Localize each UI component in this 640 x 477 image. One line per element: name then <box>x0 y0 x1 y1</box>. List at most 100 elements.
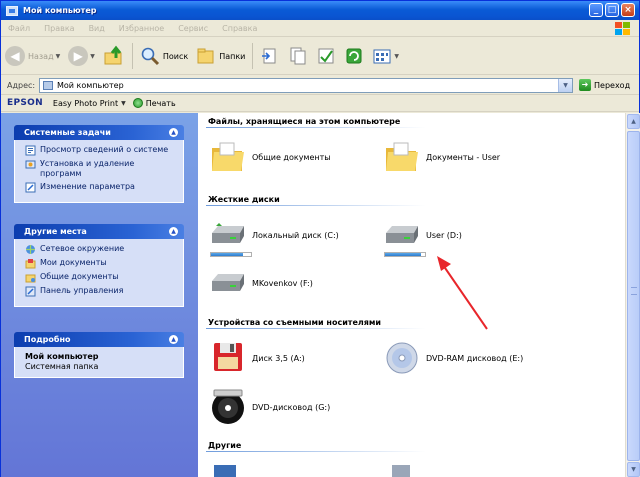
toolbar: ◀ Назад ▼ ▶ ▼ Поиск Папки ▼ <box>1 38 639 75</box>
address-input[interactable]: Мой компьютер ▼ <box>39 78 573 93</box>
dvd-disc-icon <box>386 342 418 374</box>
minimize-button[interactable]: _ <box>589 3 603 17</box>
mkovenkov-disk-f-item[interactable]: MKovenkov (F:) <box>210 271 313 295</box>
floppy-disk-icon <box>214 343 242 371</box>
undo-icon <box>318 48 334 64</box>
menu-file[interactable]: Файл <box>1 24 37 33</box>
hard-drive-icon <box>212 223 244 243</box>
menu-tools[interactable]: Сервис <box>171 24 215 33</box>
details-name: Мой компьютер <box>25 352 99 361</box>
disk-c-usage-bar <box>210 252 252 257</box>
dvd-drive-icon <box>212 389 244 424</box>
go-button[interactable]: ➜ Переход <box>579 79 630 91</box>
place-label: Сетевое окружение <box>40 244 125 253</box>
epson-toolbar: EPSON Easy Photo Print ▼ Печать <box>1 95 639 112</box>
other-item-icon[interactable] <box>212 463 238 477</box>
place-shared-documents[interactable]: Общие документы <box>25 272 177 283</box>
menu-favorites[interactable]: Избранное <box>112 24 171 33</box>
item-label: Диск 3,5 (A:) <box>252 353 305 363</box>
scroll-up-button[interactable]: ▲ <box>627 114 640 129</box>
details-header[interactable]: Подробно ▲ <box>14 332 184 347</box>
forward-button[interactable]: ▶ ▼ <box>64 42 99 70</box>
move-to-button[interactable] <box>256 42 284 70</box>
task-change-setting[interactable]: Изменение параметра <box>25 182 177 193</box>
collapse-icon[interactable]: ▲ <box>169 128 178 137</box>
floppy-a-item[interactable]: Диск 3,5 (A:) <box>210 341 305 375</box>
scroll-thumb[interactable] <box>627 131 640 461</box>
move-to-icon <box>262 48 276 64</box>
group-divider <box>206 205 426 206</box>
chevron-down-icon[interactable]: ▼ <box>394 53 399 60</box>
menu-bar: Файл Правка Вид Избранное Сервис Справка <box>1 20 639 37</box>
title-bar[interactable]: Мой компьютер _ □ × <box>1 1 639 20</box>
group-header-disks: Жесткие диски <box>208 195 280 204</box>
other-places-header[interactable]: Другие места ▲ <box>14 224 184 239</box>
other-item-icon[interactable] <box>388 463 414 477</box>
close-button[interactable]: × <box>621 3 635 17</box>
control-panel-icon <box>25 286 36 297</box>
local-disk-c-item[interactable]: Локальный диск (C:) <box>210 223 339 247</box>
my-computer-icon <box>6 5 18 16</box>
chevron-down-icon[interactable]: ▼ <box>121 100 126 107</box>
maximize-button[interactable]: □ <box>605 3 619 17</box>
other-places-panel: Другие места ▲ Сетевое окружение Мои док… <box>14 224 184 307</box>
group-divider <box>206 451 426 452</box>
refresh-button[interactable] <box>340 42 368 70</box>
search-button[interactable]: Поиск <box>136 42 192 70</box>
copy-to-button[interactable] <box>284 42 312 70</box>
print-button[interactable]: Печать <box>132 98 176 108</box>
add-remove-programs-icon <box>25 160 36 169</box>
address-value: Мой компьютер <box>57 81 124 90</box>
item-label: DVD-RAM дисковод (E:) <box>426 353 524 363</box>
item-label: MKovenkov (F:) <box>252 278 313 288</box>
toolbar-separator <box>252 43 254 69</box>
back-button[interactable]: ◀ Назад ▼ <box>1 42 64 70</box>
chevron-down-icon[interactable]: ▼ <box>90 53 95 60</box>
folders-button[interactable]: Папки <box>192 42 249 70</box>
control-panel-icon <box>25 182 36 193</box>
folder-icon <box>386 142 418 171</box>
menu-edit[interactable]: Правка <box>37 24 81 33</box>
up-folder-icon <box>104 45 122 65</box>
up-folder-button[interactable] <box>99 42 129 70</box>
place-network[interactable]: Сетевое окружение <box>25 244 177 255</box>
explorer-window: Мой компьютер _ □ × Файл Правка Вид Избр… <box>0 0 640 477</box>
easy-photo-print-button[interactable]: Easy Photo Print <box>53 99 118 108</box>
search-label: Поиск <box>162 51 189 61</box>
task-label: Установка и удаление программ <box>40 159 135 178</box>
system-tasks-header[interactable]: Системные задачи ▲ <box>14 125 184 140</box>
copy-to-icon <box>290 47 306 65</box>
vertical-scrollbar[interactable]: ▲ ▼ <box>625 113 640 477</box>
content-area: Файлы, хранящиеся на этом компьютере Общ… <box>198 113 625 477</box>
shared-documents-item[interactable]: Общие документы <box>210 140 331 174</box>
menu-help[interactable]: Справка <box>215 24 264 33</box>
task-label: Просмотр сведений о системе <box>40 145 169 154</box>
place-control-panel[interactable]: Панель управления <box>25 286 177 297</box>
group-header-removable: Устройства со съемными носителями <box>208 318 382 327</box>
collapse-icon[interactable]: ▲ <box>169 227 178 236</box>
views-button[interactable]: ▼ <box>368 42 403 70</box>
task-view-system-info[interactable]: Просмотр сведений о системе <box>25 145 177 156</box>
go-arrow-icon: ➜ <box>579 79 591 91</box>
dvd-ram-e-item[interactable]: DVD-RAM дисковод (E:) <box>384 341 523 375</box>
group-divider <box>206 127 426 128</box>
user-documents-item[interactable]: Документы - User <box>384 140 500 174</box>
undo-button[interactable] <box>312 42 340 70</box>
refresh-icon <box>346 48 362 64</box>
task-add-remove-programs[interactable]: Установка и удаление программ <box>25 159 177 179</box>
hard-drive-icon <box>212 274 244 291</box>
collapse-icon[interactable]: ▲ <box>169 335 178 344</box>
chevron-down-icon[interactable]: ▼ <box>558 79 572 92</box>
group-header-other: Другие <box>208 441 242 450</box>
menu-view[interactable]: Вид <box>82 24 112 33</box>
dvd-drive-g-item[interactable]: DVD-дисковод (G:) <box>210 388 330 426</box>
system-tasks-panel: Системные задачи ▲ Просмотр сведений о с… <box>14 125 184 203</box>
user-disk-d-item[interactable]: User (D:) <box>384 223 462 247</box>
item-label: Общие документы <box>252 152 331 162</box>
address-bar: Адрес: Мой компьютер ▼ ➜ Переход <box>1 76 639 95</box>
scroll-down-button[interactable]: ▼ <box>627 462 640 477</box>
chevron-down-icon[interactable]: ▼ <box>56 53 61 60</box>
item-label: Документы - User <box>426 152 501 162</box>
place-my-documents[interactable]: Мои документы <box>25 258 177 269</box>
my-computer-icon <box>43 81 53 90</box>
